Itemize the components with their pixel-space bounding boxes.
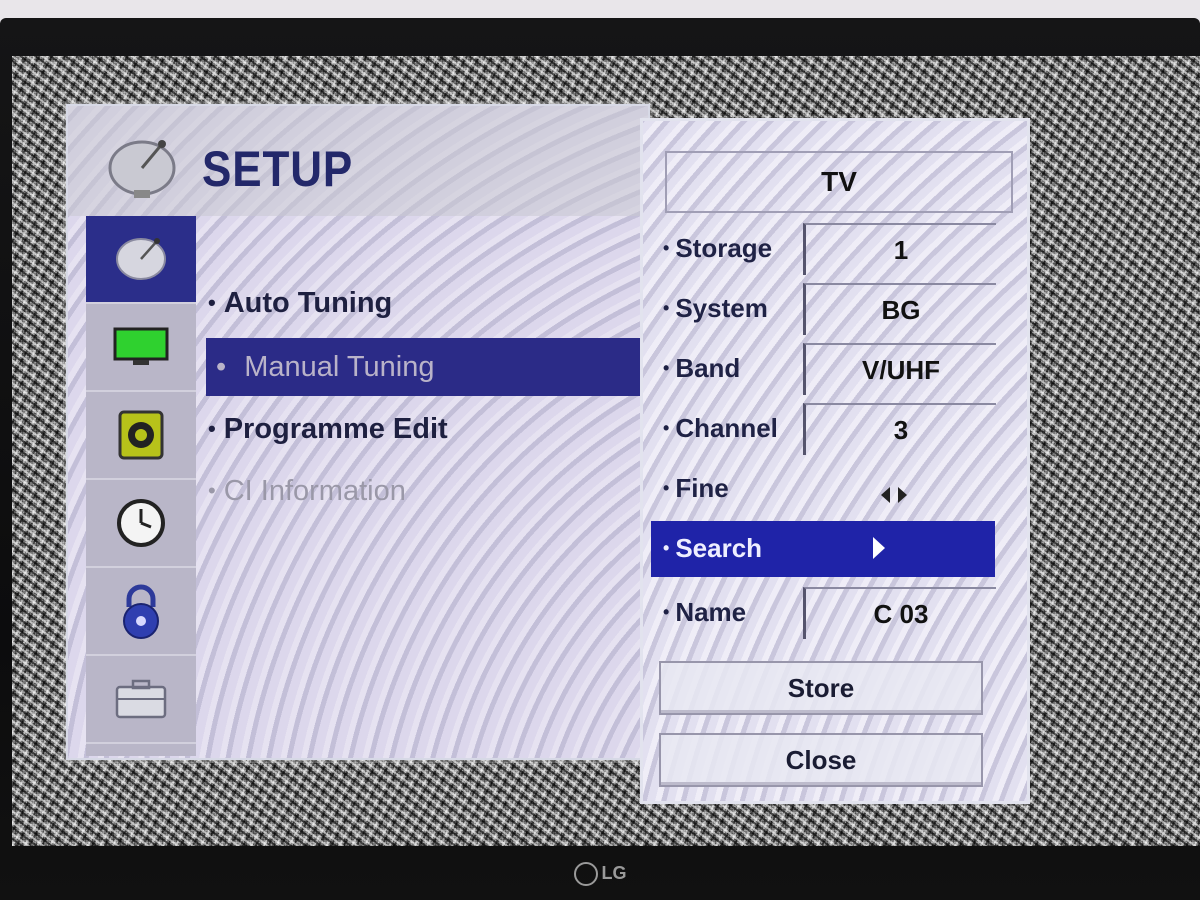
- storage-value[interactable]: 1: [803, 223, 996, 275]
- bullet-icon: •: [208, 416, 216, 441]
- sidebar-item-lock[interactable]: [86, 568, 196, 656]
- setup-header: SETUP: [68, 106, 648, 216]
- menu-item-programme-edit[interactable]: • Programme Edit: [208, 400, 448, 458]
- name-value[interactable]: C 03: [803, 587, 996, 639]
- bullet-icon: •: [663, 538, 670, 558]
- bullet-icon: •: [663, 358, 670, 378]
- sidebar-item-audio[interactable]: [86, 392, 196, 480]
- search-label: Search: [675, 533, 763, 563]
- menu-item-ci-information: • CI Information: [208, 474, 406, 507]
- sidebar-item-time[interactable]: [86, 480, 196, 568]
- bullet-icon: •: [663, 238, 670, 258]
- close-button[interactable]: Close: [659, 733, 983, 787]
- bullet-icon: •: [663, 418, 670, 438]
- sidebar-item-option[interactable]: [86, 656, 196, 744]
- system-value[interactable]: BG: [803, 283, 996, 335]
- channel-value[interactable]: 3: [803, 403, 996, 455]
- storage-row[interactable]: • Storage 1: [643, 221, 1023, 277]
- system-row[interactable]: • System BG: [643, 281, 1023, 337]
- page-title: SETUP: [202, 141, 354, 197]
- satellite-dish-icon: [108, 140, 176, 198]
- lg-logo-icon: [573, 862, 598, 886]
- satellite-dish-icon: [116, 238, 166, 280]
- lock-icon: [123, 584, 159, 639]
- tuning-mode[interactable]: TV: [665, 151, 1013, 213]
- band-row[interactable]: • Band V/UHF: [643, 341, 1023, 397]
- system-label: System: [675, 293, 768, 323]
- bullet-icon: •: [663, 602, 670, 622]
- bullet-icon: •: [663, 298, 670, 318]
- storage-label: Storage: [675, 233, 773, 263]
- bullet-icon: •: [208, 290, 216, 315]
- left-right-arrows-icon[interactable]: [881, 479, 907, 510]
- monitor-icon: [113, 327, 169, 365]
- menu-item-label: • Manual Tuning: [216, 350, 435, 383]
- fine-label: Fine: [675, 473, 729, 503]
- channel-row[interactable]: • Channel 3: [643, 401, 1023, 457]
- sidebar-item-picture[interactable]: [86, 304, 196, 392]
- bullet-icon: •: [663, 478, 670, 498]
- setup-sidebar: [86, 216, 196, 756]
- sidebar-item-setup[interactable]: [86, 216, 196, 304]
- menu-item-manual-tuning[interactable]: • Manual Tuning: [206, 338, 646, 396]
- bullet-icon: •: [208, 478, 216, 503]
- search-row[interactable]: • Search: [651, 521, 995, 577]
- toolbox-icon: [115, 679, 167, 719]
- band-label: Band: [675, 353, 741, 383]
- name-label: Name: [675, 597, 747, 627]
- channel-label: Channel: [675, 413, 778, 443]
- name-row[interactable]: • Name C 03: [643, 585, 1023, 641]
- play-arrow-icon[interactable]: [873, 537, 885, 559]
- clock-icon: [117, 499, 165, 547]
- brand-logo: LG: [0, 862, 1200, 886]
- menu-item-auto-tuning[interactable]: • Auto Tuning: [208, 274, 392, 332]
- speaker-icon: [118, 410, 164, 460]
- setup-panel: SETUP • Auto Tuning • Manual Tuning • Pr…: [66, 104, 650, 760]
- manual-tuning-panel: TV • Storage 1 • System BG • Band V/UHF • Ch…: [640, 118, 1030, 804]
- store-button[interactable]: Store: [659, 661, 983, 715]
- band-value[interactable]: V/UHF: [803, 343, 996, 395]
- fine-row[interactable]: • Fine: [643, 461, 1023, 517]
